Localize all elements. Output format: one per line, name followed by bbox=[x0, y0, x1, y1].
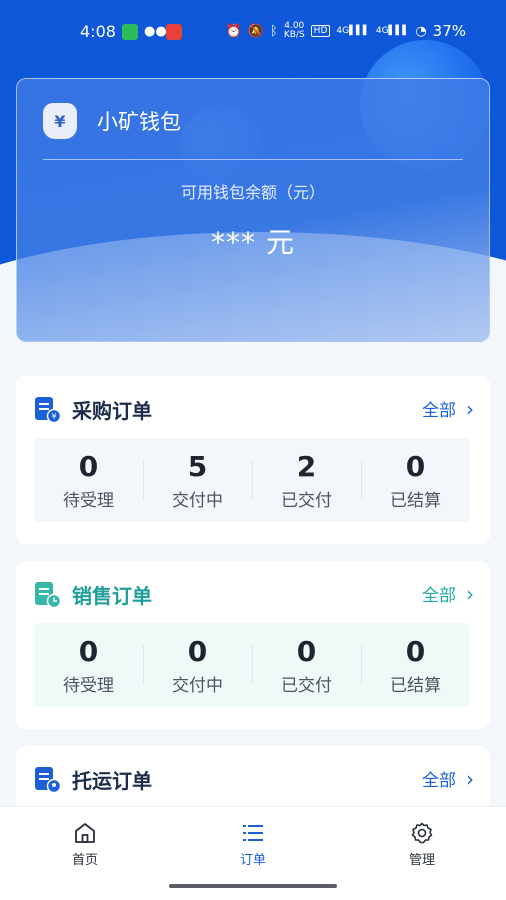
purchase-order-icon: ¥ bbox=[35, 397, 62, 424]
sales-stats: 0 待受理 0 交付中 0 已交付 0 已结算 bbox=[34, 623, 470, 707]
stat-value: 5 bbox=[187, 450, 208, 483]
sales-order-card: 销售订单 全部 › 0 待受理 0 交付中 0 已交付 0 已结算 bbox=[16, 561, 490, 729]
battery-icon: ◔ bbox=[415, 23, 427, 39]
purchase-stat-delivering[interactable]: 5 交付中 bbox=[143, 438, 252, 522]
home-indicator[interactable] bbox=[169, 884, 337, 888]
shipping-order-header: 托运订单 全部 › bbox=[32, 762, 474, 796]
status-time: 4:08 bbox=[80, 22, 116, 41]
balance-value: *** 元 bbox=[211, 226, 295, 259]
nav-manage[interactable]: 管理 bbox=[377, 821, 467, 868]
nav-manage-label: 管理 bbox=[408, 853, 435, 868]
money-bag-icon: ¥ bbox=[43, 103, 77, 139]
shipping-order-title: 托运订单 bbox=[72, 768, 152, 793]
net-speed: 4.00 KB/S bbox=[283, 21, 305, 40]
purchase-order-card: ¥ 采购订单 全部 › 0 待受理 5 交付中 2 已交付 0 已结算 bbox=[16, 376, 490, 544]
notification-icons: ●● bbox=[122, 24, 182, 40]
stat-label: 交付中 bbox=[172, 676, 223, 696]
stat-label: 待受理 bbox=[63, 491, 114, 511]
message-app-icon bbox=[122, 24, 138, 40]
stat-label: 待受理 bbox=[63, 676, 114, 696]
signal-2-icon: 4G▌▌▌ bbox=[375, 26, 410, 36]
shipping-view-all-button[interactable]: 全部 › bbox=[422, 766, 474, 792]
purchase-stat-delivered[interactable]: 2 已交付 bbox=[252, 438, 361, 522]
signal-1-icon: 4G▌▌▌ bbox=[336, 26, 370, 36]
purchase-stats: 0 待受理 5 交付中 2 已交付 0 已结算 bbox=[34, 438, 470, 522]
battery-percent: 37% bbox=[432, 22, 466, 40]
stat-label: 已交付 bbox=[281, 676, 332, 696]
alarm-icon: ⏰ bbox=[225, 23, 242, 39]
stat-value: 0 bbox=[296, 635, 317, 668]
stat-label: 已结算 bbox=[390, 491, 441, 511]
purchase-stat-pending[interactable]: 0 待受理 bbox=[34, 438, 143, 522]
stat-value: 2 bbox=[296, 450, 317, 483]
sales-stat-delivered[interactable]: 0 已交付 bbox=[252, 623, 361, 707]
purchase-order-header: ¥ 采购订单 全部 › bbox=[32, 392, 474, 426]
stat-value: 0 bbox=[78, 635, 99, 668]
wallet-title: 小矿钱包 bbox=[97, 110, 181, 134]
status-indicators: ⏰ 🔕 ᛒ 4.00 KB/S HD 4G▌▌▌ 4G▌▌▌ ◔ 37% bbox=[225, 21, 466, 41]
nav-orders-label: 订单 bbox=[239, 853, 266, 868]
status-bar: 4:08 ●● ⏰ 🔕 ᛒ 4.00 KB/S HD 4G▌▌▌ 4G▌▌▌ ◔… bbox=[0, 0, 506, 64]
wechat-icon: ●● bbox=[144, 24, 167, 39]
hd-badge: HD bbox=[310, 25, 331, 37]
home-icon bbox=[75, 823, 95, 843]
list-icon bbox=[243, 825, 263, 841]
stat-value: 0 bbox=[187, 635, 208, 668]
mute-icon: 🔕 bbox=[247, 23, 265, 39]
nav-home-label: 首页 bbox=[71, 853, 98, 868]
sales-stat-settled[interactable]: 0 已结算 bbox=[361, 623, 470, 707]
purchase-view-all-button[interactable]: 全部 › bbox=[422, 396, 474, 422]
purchase-stat-settled[interactable]: 0 已结算 bbox=[361, 438, 470, 522]
sales-view-all-button[interactable]: 全部 › bbox=[422, 581, 474, 607]
wallet-card[interactable]: ¥ 小矿钱包 可用钱包余额（元） *** 元 bbox=[16, 78, 490, 342]
gear-icon bbox=[411, 822, 433, 844]
view-all-label: 全部 bbox=[422, 771, 456, 791]
nav-home[interactable]: 首页 bbox=[40, 821, 130, 868]
chevron-right-icon: › bbox=[466, 396, 474, 421]
wallet-header: ¥ 小矿钱包 bbox=[43, 103, 181, 139]
svg-text:¥: ¥ bbox=[51, 412, 56, 421]
sales-order-title: 销售订单 bbox=[72, 583, 152, 608]
sales-stat-pending[interactable]: 0 待受理 bbox=[34, 623, 143, 707]
divider bbox=[43, 159, 463, 160]
sales-order-icon bbox=[35, 582, 62, 609]
stat-value: 0 bbox=[405, 635, 426, 668]
nav-orders[interactable]: 订单 bbox=[208, 821, 298, 868]
stat-value: 0 bbox=[78, 450, 99, 483]
view-all-label: 全部 bbox=[422, 586, 456, 606]
stat-label: 已结算 bbox=[390, 676, 441, 696]
view-all-label: 全部 bbox=[422, 401, 456, 421]
sales-order-header: 销售订单 全部 › bbox=[32, 577, 474, 611]
purchase-order-title: 采购订单 bbox=[72, 398, 152, 423]
music-app-icon bbox=[166, 24, 182, 40]
chevron-right-icon: › bbox=[466, 766, 474, 791]
chevron-right-icon: › bbox=[466, 581, 474, 606]
shipping-order-icon bbox=[35, 767, 62, 794]
stat-value: 0 bbox=[405, 450, 426, 483]
balance-label: 可用钱包余额（元） bbox=[180, 183, 325, 202]
sales-stat-delivering[interactable]: 0 交付中 bbox=[143, 623, 252, 707]
bluetooth-icon: ᛒ bbox=[270, 23, 278, 39]
stat-label: 已交付 bbox=[281, 491, 332, 511]
stat-label: 交付中 bbox=[172, 491, 223, 511]
